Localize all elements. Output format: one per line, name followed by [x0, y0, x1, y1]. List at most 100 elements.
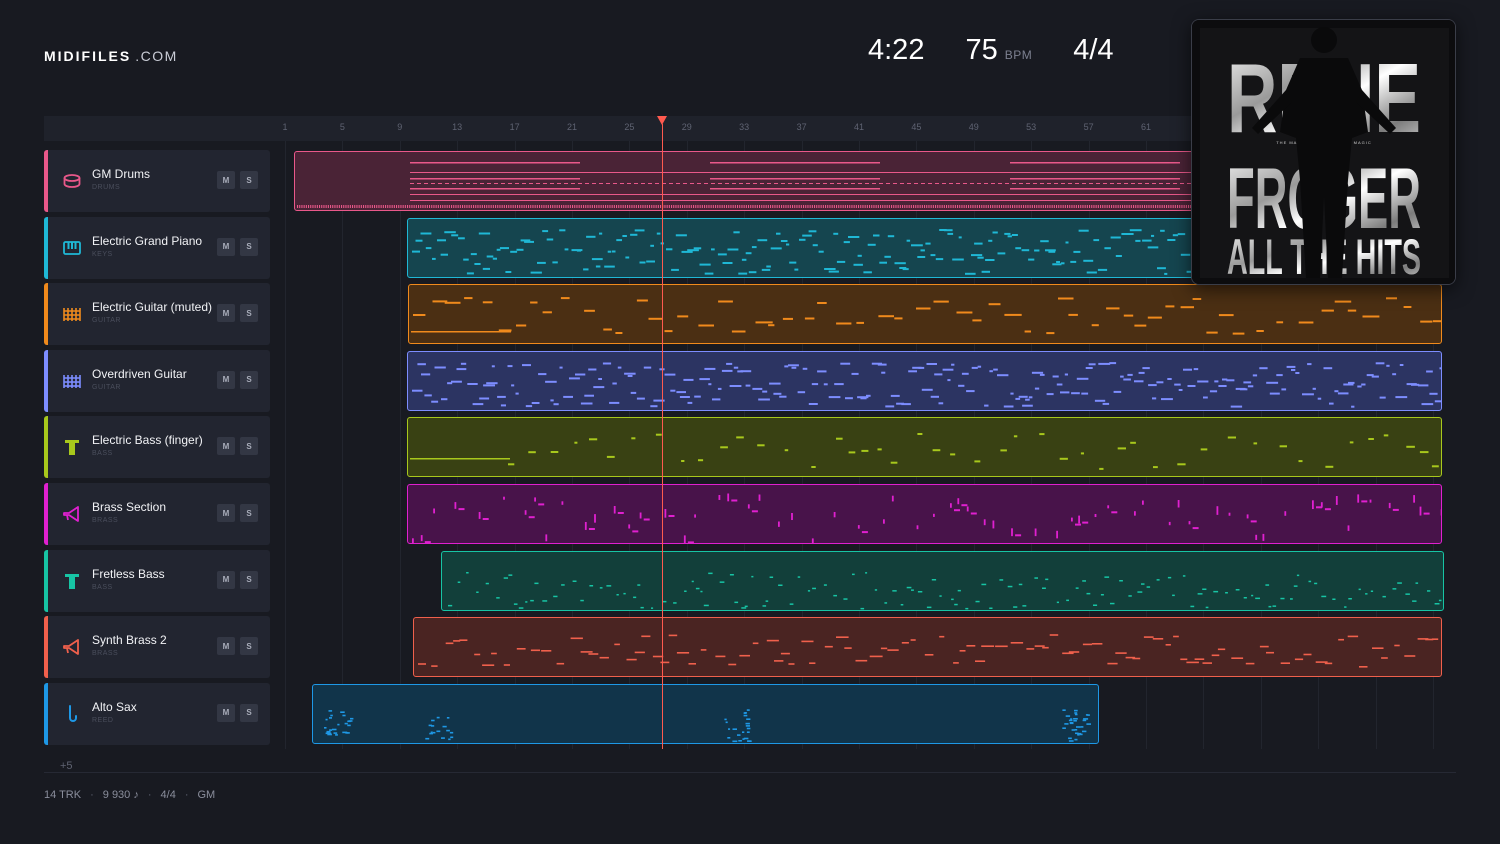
track-row: Electric Guitar (muted) GUITAR M S	[44, 283, 1446, 346]
mute-button[interactable]: M	[217, 570, 235, 589]
track-header[interactable]: Alto Sax REED M S	[44, 682, 270, 745]
track-row: Alto Sax REED M S	[44, 682, 1446, 745]
track-name: Fretless Bass	[92, 566, 165, 581]
track-row: Brass Section BRASS M S	[44, 483, 1446, 545]
track-header[interactable]: Fretless Bass BASS M S	[44, 549, 270, 612]
track-header[interactable]: Electric Guitar (muted) GUITAR M S	[44, 283, 270, 346]
ruler-tick: 21	[566, 122, 578, 132]
mute-button[interactable]: M	[217, 171, 235, 189]
ruler-tick: 41	[853, 122, 865, 132]
midi-standard: GM	[197, 789, 216, 801]
track-name: Brass Section	[92, 500, 167, 514]
transport-display: 4:22 75 BPM 4/4	[868, 34, 1114, 67]
solo-button[interactable]: S	[240, 637, 258, 656]
ruler-tick: 37	[796, 122, 807, 132]
solo-button[interactable]: S	[240, 570, 258, 589]
stats-separator: ·	[147, 789, 152, 801]
horn-icon	[62, 504, 82, 524]
track-row: Synth Brass 2 BRASS M S	[44, 616, 1446, 679]
midi-clip[interactable]	[408, 284, 1442, 345]
track-name: Overdriven Guitar	[92, 366, 187, 381]
track-count: 14 TRK	[44, 789, 82, 801]
solo-button[interactable]: S	[240, 370, 258, 389]
guitar-grid-icon	[62, 371, 82, 391]
mute-button[interactable]: M	[217, 237, 235, 256]
clip-notes	[411, 493, 1430, 543]
mute-button[interactable]: M	[217, 504, 235, 522]
midi-clip[interactable]	[406, 350, 1442, 411]
track-header[interactable]: Electric Grand Piano KEYS M S	[44, 216, 270, 279]
ruler-tick: 57	[1083, 122, 1094, 132]
brand-logo[interactable]: MIDIFILES .COM	[44, 48, 178, 64]
cover-title-line3: ALL THE HITS	[1227, 229, 1421, 285]
track-row: Electric Bass (finger) BASS M S	[44, 416, 1446, 479]
track-header[interactable]: Synth Brass 2 BRASS M S	[44, 616, 270, 679]
playhead-handle[interactable]	[657, 116, 668, 125]
more-tracks-indicator[interactable]: +5	[60, 760, 73, 772]
ruler-tick: 45	[911, 122, 922, 132]
bass-icon	[62, 437, 82, 457]
guitar-grid-icon	[62, 304, 82, 324]
track-category: KEYS	[92, 250, 113, 258]
track-header[interactable]: GM Drums DRUMS M S	[44, 150, 270, 212]
stats-separator: ·	[184, 789, 189, 801]
clip-notes	[411, 361, 1441, 408]
midi-clip[interactable]	[406, 484, 1442, 544]
ruler-tick: 5	[339, 122, 345, 132]
mute-button[interactable]: M	[217, 703, 235, 722]
track-category: GUITAR	[92, 317, 121, 325]
ruler-tick: 29	[681, 122, 692, 132]
midi-clip[interactable]	[441, 550, 1445, 611]
track-name: Electric Bass (finger)	[92, 433, 203, 448]
ruler-tick: 53	[1026, 122, 1037, 132]
clip-notes	[409, 433, 1439, 471]
ruler-tick: 17	[509, 122, 520, 132]
tempo-value: 75	[965, 34, 998, 66]
song-stats: 14 TRK · 9 930 ♪ · 4/4 · GM	[44, 789, 215, 801]
piano-icon	[62, 238, 82, 258]
track-header[interactable]: Brass Section BRASS M S	[44, 483, 270, 545]
track-name: Electric Grand Piano	[92, 233, 203, 248]
solo-button[interactable]: S	[240, 504, 258, 522]
solo-button[interactable]: S	[240, 703, 258, 722]
mute-button[interactable]: M	[217, 370, 235, 389]
ruler-tick: 1	[282, 122, 288, 132]
midi-clip[interactable]	[406, 417, 1442, 478]
album-cover[interactable]: RENE THE MAN. THE MUSIC. THE MAGIC FROGE…	[1191, 19, 1456, 285]
track-color-strip	[44, 283, 48, 346]
tempo-unit: BPM	[1004, 48, 1033, 62]
solo-button[interactable]: S	[240, 304, 258, 323]
clip-notes	[411, 297, 1441, 335]
midi-clip[interactable]	[312, 683, 1099, 744]
midi-clip[interactable]	[412, 617, 1442, 678]
track-header[interactable]: Electric Bass (finger) BASS M S	[44, 416, 270, 479]
track-color-strip	[44, 150, 48, 212]
solo-button[interactable]: S	[240, 237, 258, 256]
bass-icon	[62, 571, 82, 591]
track-name: Alto Sax	[92, 699, 137, 714]
track-color-strip	[44, 682, 48, 745]
track-category: GUITAR	[92, 383, 121, 391]
solo-button[interactable]: S	[240, 171, 258, 189]
track-color-strip	[44, 616, 48, 679]
playhead-line[interactable]	[662, 124, 664, 749]
track-header[interactable]: Overdriven Guitar GUITAR M S	[44, 349, 270, 412]
track-color-strip	[44, 349, 48, 412]
track-name: Synth Brass 2	[92, 633, 167, 648]
solo-button[interactable]: S	[240, 437, 258, 456]
mute-button[interactable]: M	[217, 437, 235, 456]
track-color-strip	[44, 416, 48, 479]
ruler-tick: 49	[968, 122, 979, 132]
mute-button[interactable]: M	[217, 304, 235, 323]
mute-button[interactable]: M	[217, 637, 235, 656]
track-color-strip	[44, 483, 48, 545]
album-cover-art: RENE THE MAN. THE MUSIC. THE MAGIC FROGE…	[1192, 20, 1455, 285]
track-color-strip	[44, 549, 48, 612]
time-signature: 4/4	[1073, 34, 1114, 66]
ruler-tick: 25	[624, 122, 635, 132]
sax-icon	[62, 704, 82, 724]
track-name: Electric Guitar (muted)	[92, 300, 213, 315]
stats-separator: ·	[90, 789, 94, 801]
drum-icon	[62, 171, 82, 191]
ruler-tick: 33	[739, 122, 750, 132]
